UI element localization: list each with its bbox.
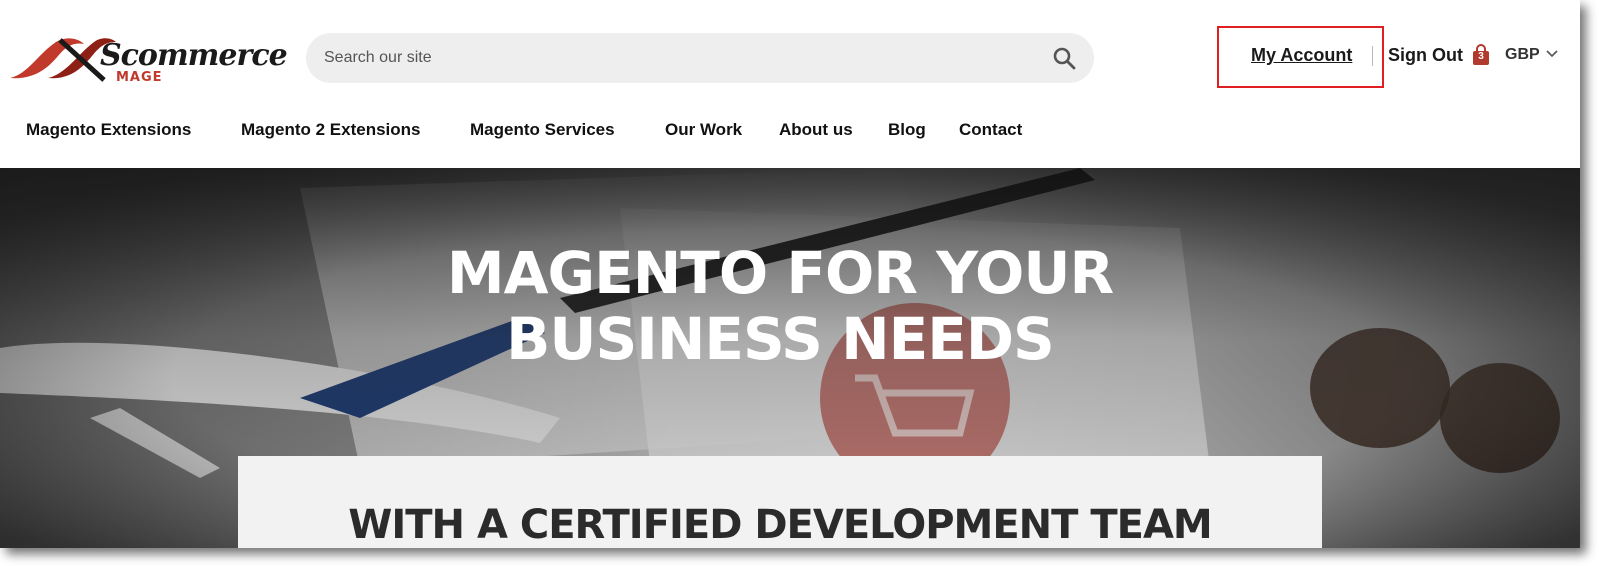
nav-magento-services[interactable]: Magento Services [470, 120, 615, 140]
currency-selector[interactable]: GBP [1505, 46, 1540, 64]
sign-out-link[interactable]: Sign Out [1388, 45, 1463, 66]
nav-magento-extensions[interactable]: Magento Extensions [26, 120, 191, 140]
hero-headline-line2: BUSINESS NEEDS [506, 305, 1055, 373]
nav-about-us[interactable]: About us [779, 120, 853, 140]
my-account-link[interactable]: My Account [1251, 45, 1352, 66]
cart-count-badge: 3 [1478, 51, 1484, 62]
cart-button[interactable]: 3 [1471, 44, 1491, 66]
hero-card-title: WITH A CERTIFIED DEVELOPMENT TEAM [348, 502, 1212, 548]
site-logo[interactable]: Scommerce MAGE [8, 30, 288, 90]
nav-blog[interactable]: Blog [888, 120, 926, 140]
nav-our-work[interactable]: Our Work [665, 120, 742, 140]
logo-text: Scommerce [100, 38, 288, 73]
nav-contact[interactable]: Contact [959, 120, 1022, 140]
page: Scommerce MAGE My Account Sign Out 3 GBP… [0, 0, 1580, 548]
nav-magento-2-extensions[interactable]: Magento 2 Extensions [241, 120, 420, 140]
hero-headline: MAGENTO FOR YOUR BUSINESS NEEDS [340, 240, 1220, 372]
search-bar [306, 33, 1094, 83]
chevron-down-icon[interactable] [1546, 50, 1558, 58]
hero-banner: MAGENTO FOR YOUR BUSINESS NEEDS WITH A C… [0, 168, 1580, 548]
logo-subtext: MAGE [116, 70, 163, 85]
hero-headline-line1: MAGENTO FOR YOUR [446, 239, 1114, 307]
search-input[interactable] [324, 33, 1024, 83]
hero-card: WITH A CERTIFIED DEVELOPMENT TEAM [238, 456, 1322, 548]
search-icon[interactable] [1052, 46, 1076, 70]
divider [1372, 46, 1373, 66]
